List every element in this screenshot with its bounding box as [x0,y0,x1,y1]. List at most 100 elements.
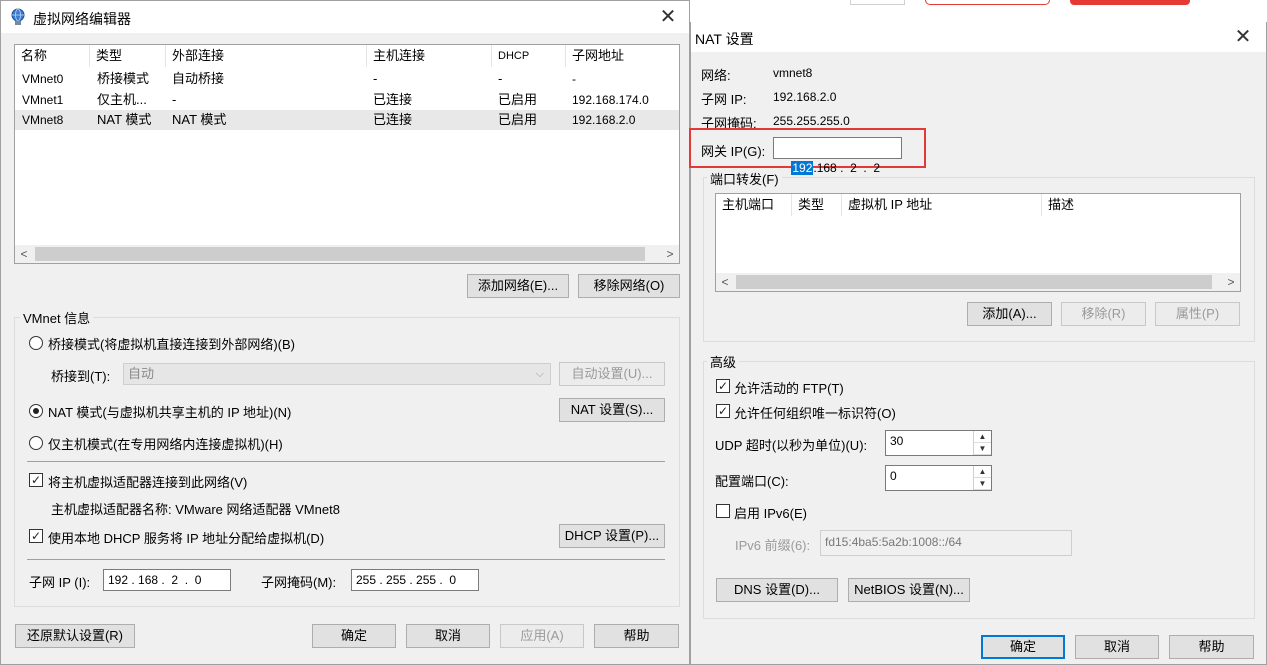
cell-host: - [373,71,378,86]
column-header-vm-ip[interactable]: 虚拟机 IP 地址 [842,194,1042,216]
title-bar: NAT 设置 ✕ [691,22,1266,52]
nat-mode-radio[interactable] [29,404,43,418]
scroll-thumb[interactable] [35,247,645,261]
use-dhcp-checkbox[interactable]: ✓ [29,529,43,543]
host-only-label[interactable]: 仅主机模式(在专用网络内连接虚拟机)(H) [48,434,283,453]
window-title: NAT 设置 [695,31,754,47]
auto-settings-button[interactable]: 自动设置(U)... [559,362,665,386]
title-bar: 虚拟网络编辑器 ✕ [1,1,689,33]
gateway-ip-label: 网关 IP(G): [701,144,766,159]
cancel-button[interactable]: 取消 [1075,635,1159,659]
bridge-to-value: 自动 [128,366,155,381]
cell-subnet: 192.168.2.0 [572,113,636,127]
adapter-name-text: 主机虚拟适配器名称: VMware 网络适配器 VMnet8 [51,502,340,517]
cell-host: 已连接 [373,112,413,127]
vmnet-info-label: VMnet 信息 [20,308,94,327]
allow-ftp-checkbox[interactable]: ✓ [716,379,730,393]
apply-button[interactable]: 应用(A) [500,624,584,648]
scroll-left-icon[interactable]: < [716,273,734,291]
cancel-button[interactable]: 取消 [406,624,490,648]
allow-oui-checkbox[interactable]: ✓ [716,404,730,418]
subnet-mask-field[interactable]: 255 . 255 . 255 . 0 [351,569,479,591]
ipv6-prefix-field[interactable]: fd15:4ba5:5a2b:1008::/64 [820,530,1072,556]
connect-adapter-label[interactable]: 将主机虚拟适配器连接到此网络(V) [48,472,247,491]
chevron-down-icon: ⌵ [535,368,544,380]
spin-up-icon[interactable]: ▲ [974,431,991,443]
remove-port-button[interactable]: 移除(R) [1061,302,1146,326]
table-row[interactable]: VMnet1 仅主机... - 已连接 已启用 192.168.174.0 [15,90,679,110]
spin-down-icon[interactable]: ▼ [974,478,991,490]
bridge-mode-label[interactable]: 桥接模式(将虚拟机直接连接到外部网络)(B) [48,334,295,353]
config-port-spinner[interactable]: ▲ ▼ [973,466,991,490]
remove-network-button[interactable]: 移除网络(O) [578,274,680,298]
host-only-radio[interactable] [29,436,43,450]
divider [27,559,665,560]
cell-host: 已连接 [373,92,413,107]
column-header-type[interactable]: 类型 [792,194,842,216]
ok-button[interactable]: 确定 [312,624,396,648]
enable-ipv6-checkbox[interactable] [716,504,730,518]
table-row[interactable]: VMnet0 桥接模式 自动桥接 - - - [15,69,679,89]
subnet-ip-field[interactable]: 192 . 168 . 2 . 0 [103,569,231,591]
network-list[interactable]: 名称 类型 外部连接 主机连接 DHCP 子网地址 VMnet0 桥接模式 自动… [14,44,680,264]
table-row[interactable]: VMnet8 NAT 模式 NAT 模式 已连接 已启用 192.168.2.0 [15,110,679,130]
udp-timeout-spinner[interactable]: ▲ ▼ [973,431,991,455]
horizontal-scrollbar[interactable]: < > [716,273,1240,291]
cell-name: VMnet1 [22,93,64,107]
nat-settings-button[interactable]: NAT 设置(S)... [559,398,665,422]
bridge-to-label: 桥接到(T): [51,369,111,384]
add-port-button[interactable]: 添加(A)... [967,302,1052,326]
properties-button[interactable]: 属性(P) [1155,302,1240,326]
spin-up-icon[interactable]: ▲ [974,466,991,478]
spin-down-icon[interactable]: ▼ [974,443,991,455]
column-header-subnet[interactable]: 子网地址 [566,45,679,67]
bg-button-edge [850,0,905,5]
scroll-right-icon[interactable]: > [1222,273,1240,291]
udp-timeout-field[interactable]: 30 ▲ ▼ [885,430,992,456]
dns-settings-button[interactable]: DNS 设置(D)... [716,578,838,602]
network-value: vmnet8 [773,66,813,80]
use-dhcp-label[interactable]: 使用本地 DHCP 服务将 IP 地址分配给虚拟机(D) [48,528,324,547]
enable-ipv6-label[interactable]: 启用 IPv6(E) [734,503,807,522]
network-globe-icon [9,8,27,26]
column-header-description[interactable]: 描述 [1042,194,1240,216]
help-button[interactable]: 帮助 [594,624,679,648]
scroll-thumb[interactable] [736,275,1212,289]
port-forward-list[interactable]: 主机端口 类型 虚拟机 IP 地址 描述 < > [715,193,1241,292]
column-header-type[interactable]: 类型 [90,45,166,67]
column-header-host[interactable]: 主机连接 [367,45,492,67]
gateway-ip-field[interactable]: 192.168 . 2 . 2 [773,137,902,175]
restore-defaults-button[interactable]: 还原默认设置(R) [15,624,135,648]
virtual-network-editor-window: 虚拟网络编辑器 ✕ 名称 类型 外部连接 主机连接 DHCP 子网地址 VMne… [0,0,690,665]
netbios-settings-button[interactable]: NetBIOS 设置(N)... [848,578,970,602]
ok-button[interactable]: 确定 [981,635,1065,659]
allow-ftp-label[interactable]: 允许活动的 FTP(T) [734,378,844,397]
nat-mode-label[interactable]: NAT 模式(与虚拟机共享主机的 IP 地址)(N) [48,402,291,421]
add-network-button[interactable]: 添加网络(E)... [467,274,569,298]
column-header-name[interactable]: 名称 [15,45,90,67]
help-button[interactable]: 帮助 [1169,635,1254,659]
column-header-host-port[interactable]: 主机端口 [716,194,792,216]
advanced-label: 高级 [707,352,740,371]
config-port-field[interactable]: 0 ▲ ▼ [885,465,992,491]
subnet-ip-label: 子网 IP (I): [29,575,91,590]
bridge-to-select[interactable]: 自动 ⌵ [123,363,551,385]
column-header-external[interactable]: 外部连接 [166,45,367,67]
gateway-ip-selected-octet: 192 [791,161,814,175]
scroll-right-icon[interactable]: > [661,245,679,263]
dhcp-settings-button[interactable]: DHCP 设置(P)... [559,524,665,548]
cell-type: NAT 模式 [97,112,152,127]
connect-adapter-checkbox[interactable]: ✓ [29,473,43,487]
scroll-left-icon[interactable]: < [15,245,33,263]
close-icon[interactable]: ✕ [653,3,683,31]
allow-oui-label[interactable]: 允许任何组织唯一标识符(O) [734,403,896,422]
close-icon[interactable]: ✕ [1228,23,1258,51]
horizontal-scrollbar[interactable]: < > [15,245,679,263]
column-header-dhcp[interactable]: DHCP [492,45,566,67]
subnet-mask-label: 子网掩码(M): [261,575,337,590]
bridge-mode-radio[interactable] [29,336,43,350]
cell-external: NAT 模式 [172,112,227,127]
cell-dhcp: 已启用 [498,92,538,107]
cell-dhcp: 已启用 [498,112,538,127]
udp-timeout-value: 30 [890,434,904,448]
